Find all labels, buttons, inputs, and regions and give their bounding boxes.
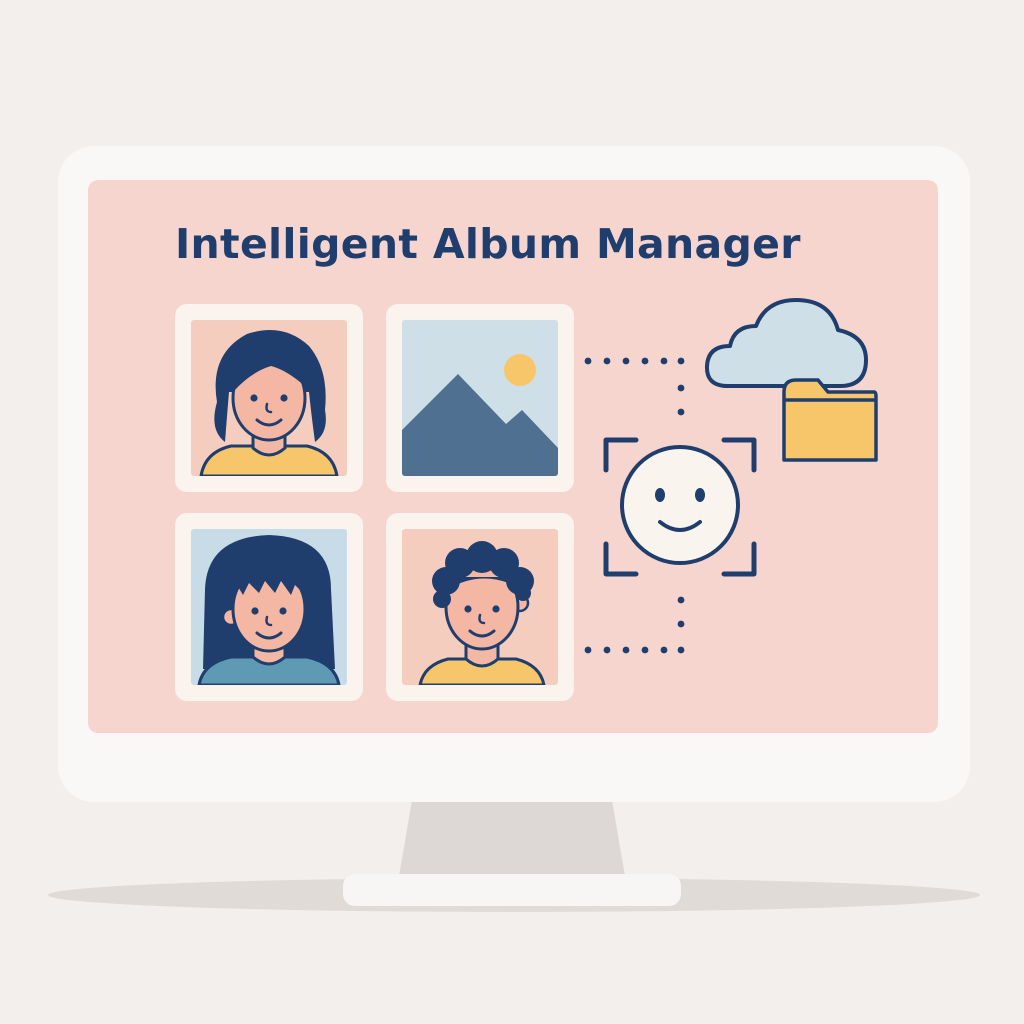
photo-thumbnail-girl[interactable] [175, 304, 363, 492]
photo-thumbnail-boy[interactable] [386, 513, 574, 701]
landscape-image [402, 320, 558, 476]
monitor-stand-base [343, 874, 681, 906]
app-title: Intelligent Album Manager [175, 220, 801, 268]
woman-portrait-image [191, 529, 347, 685]
photo-thumbnail-landscape[interactable] [386, 304, 574, 492]
girl-portrait-image [191, 320, 347, 476]
illustration: Intelligent Album Manager [0, 0, 1024, 1024]
photo-thumbnail-woman[interactable] [175, 513, 363, 701]
boy-portrait-image [402, 529, 558, 685]
monitor-stand-neck [398, 802, 626, 882]
